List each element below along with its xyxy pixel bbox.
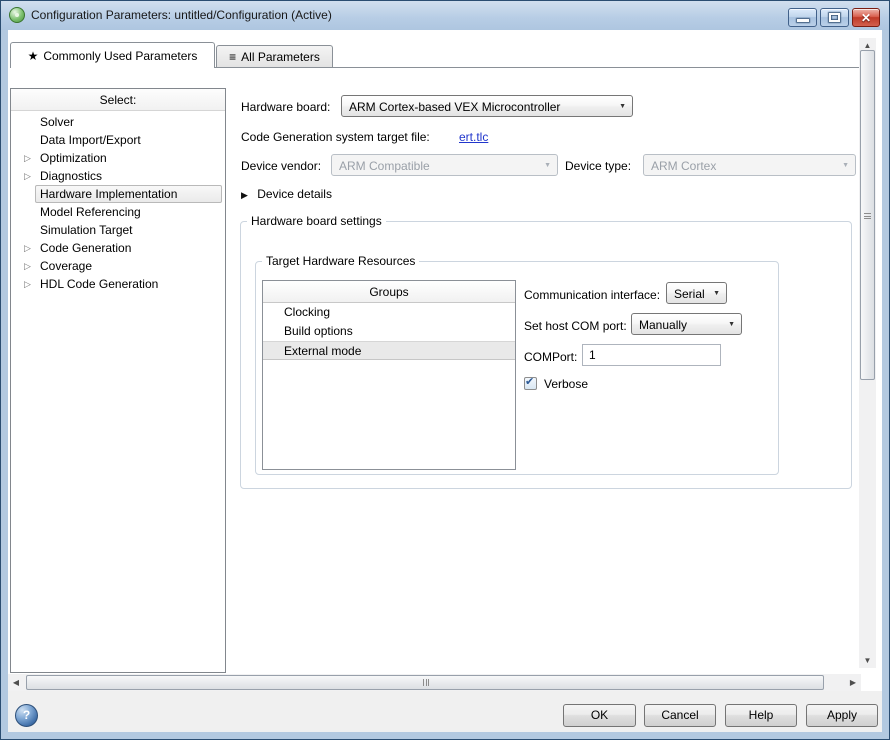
device-type-select: ARM Cortex ▼ xyxy=(643,154,856,176)
dropdown-arrow-icon: ▼ xyxy=(619,103,626,110)
hardware-board-label: Hardware board: xyxy=(241,100,330,114)
expand-arrow-icon[interactable]: ▷ xyxy=(24,239,31,257)
maximize-button[interactable] xyxy=(820,8,849,27)
sidebar-item-model-referencing[interactable]: Model Referencing xyxy=(11,203,225,221)
minimize-button[interactable] xyxy=(788,8,817,27)
scroll-right-button[interactable]: ▶ xyxy=(845,674,861,691)
sidebar-item-code-generation[interactable]: ▷Code Generation xyxy=(11,239,225,257)
comport-input[interactable] xyxy=(582,344,721,366)
apply-button[interactable]: Apply xyxy=(806,704,878,727)
scroll-left-button[interactable]: ◀ xyxy=(8,674,24,691)
verbose-label: Verbose xyxy=(544,377,588,391)
hardware-board-settings-title: Hardware board settings xyxy=(247,214,386,228)
config-gear-icon xyxy=(9,7,25,23)
device-details-label: Device details xyxy=(257,187,332,201)
communication-interface-select[interactable]: Serial ▼ xyxy=(666,282,727,304)
sidebar-item-data-import-export[interactable]: Data Import/Export xyxy=(11,131,225,149)
expand-arrow-icon[interactable]: ▷ xyxy=(24,257,31,275)
sidebar-item-optimization[interactable]: ▷Optimization xyxy=(11,149,225,167)
close-button[interactable]: ✕ xyxy=(852,8,880,27)
titlebar: Configuration Parameters: untitled/Confi… xyxy=(0,0,890,30)
hardware-board-select[interactable]: ARM Cortex-based VEX Microcontroller ▼ xyxy=(341,95,633,117)
dropdown-arrow-icon: ▼ xyxy=(842,162,849,169)
scroll-grip-icon xyxy=(864,213,871,219)
triangle-right-icon: ▶ xyxy=(241,190,248,200)
expand-arrow-icon[interactable]: ▷ xyxy=(24,275,31,293)
group-row-clocking[interactable]: Clocking xyxy=(263,303,515,322)
device-type-label: Device type: xyxy=(565,159,631,173)
comport-label: COMPort: xyxy=(524,350,577,364)
sidebar-header: Select: xyxy=(11,89,225,111)
horizontal-scrollbar[interactable]: ◀ ▶ xyxy=(8,674,861,691)
scroll-grip-icon xyxy=(423,679,429,686)
device-vendor-select: ARM Compatible ▼ xyxy=(331,154,558,176)
set-host-com-port-select[interactable]: Manually ▼ xyxy=(631,313,742,335)
ert-tlc-link[interactable]: ert.tlc xyxy=(459,130,488,144)
communication-interface-label: Communication interface: xyxy=(524,288,660,302)
device-details-expander[interactable]: ▶ Device details xyxy=(241,187,332,202)
sidebar-item-hdl-code-generation[interactable]: ▷HDL Code Generation xyxy=(11,275,225,293)
sidebar-item-hardware-implementation[interactable]: Hardware Implementation xyxy=(11,185,225,203)
window-title: Configuration Parameters: untitled/Confi… xyxy=(31,8,332,22)
help-icon-button[interactable]: ? xyxy=(15,704,38,727)
star-icon: ★ xyxy=(28,49,39,63)
sidebar: Select: Solver Data Import/Export ▷Optim… xyxy=(10,88,226,673)
tab-label: All Parameters xyxy=(241,50,320,64)
dropdown-arrow-icon: ▼ xyxy=(544,162,551,169)
target-hardware-resources-title: Target Hardware Resources xyxy=(262,254,419,268)
close-icon: ✕ xyxy=(853,11,879,25)
dropdown-arrow-icon: ▼ xyxy=(728,321,735,328)
group-row-external-mode[interactable]: External mode xyxy=(263,341,515,360)
dropdown-arrow-icon: ▼ xyxy=(713,290,720,297)
sidebar-item-diagnostics[interactable]: ▷Diagnostics xyxy=(11,167,225,185)
list-icon: ≡ xyxy=(229,50,236,64)
set-host-com-port-label: Set host COM port: xyxy=(524,319,627,333)
target-file-label: Code Generation system target file: xyxy=(241,130,430,144)
help-button[interactable]: Help xyxy=(725,704,797,727)
groups-table-header: Groups xyxy=(263,281,515,303)
sidebar-item-coverage[interactable]: ▷Coverage xyxy=(11,257,225,275)
groups-table: Groups Clocking Build options External m… xyxy=(262,280,516,470)
tab-commonly-used-parameters[interactable]: ★ Commonly Used Parameters xyxy=(10,42,215,68)
sidebar-item-simulation-target[interactable]: Simulation Target xyxy=(11,221,225,239)
minimize-icon xyxy=(797,19,809,22)
horizontal-scroll-thumb[interactable] xyxy=(26,675,824,690)
sidebar-items: Solver Data Import/Export ▷Optimization … xyxy=(11,113,225,293)
vertical-scroll-thumb[interactable] xyxy=(860,50,875,380)
ok-button[interactable]: OK xyxy=(563,704,636,727)
cancel-button[interactable]: Cancel xyxy=(644,704,716,727)
vertical-scrollbar[interactable]: ▲ ▼ xyxy=(859,38,876,668)
checkmark-icon: ✔ xyxy=(525,375,534,388)
expand-arrow-icon[interactable]: ▷ xyxy=(24,149,31,167)
sidebar-item-solver[interactable]: Solver xyxy=(11,113,225,131)
expand-arrow-icon[interactable]: ▷ xyxy=(24,167,31,185)
verbose-checkbox[interactable]: ✔ xyxy=(524,377,537,390)
scroll-down-button[interactable]: ▼ xyxy=(859,653,876,668)
tab-label: Commonly Used Parameters xyxy=(43,49,197,63)
maximize-icon xyxy=(829,13,840,22)
group-row-build-options[interactable]: Build options xyxy=(263,322,515,341)
tab-all-parameters[interactable]: ≡ All Parameters xyxy=(216,45,333,68)
device-vendor-label: Device vendor: xyxy=(241,159,321,173)
